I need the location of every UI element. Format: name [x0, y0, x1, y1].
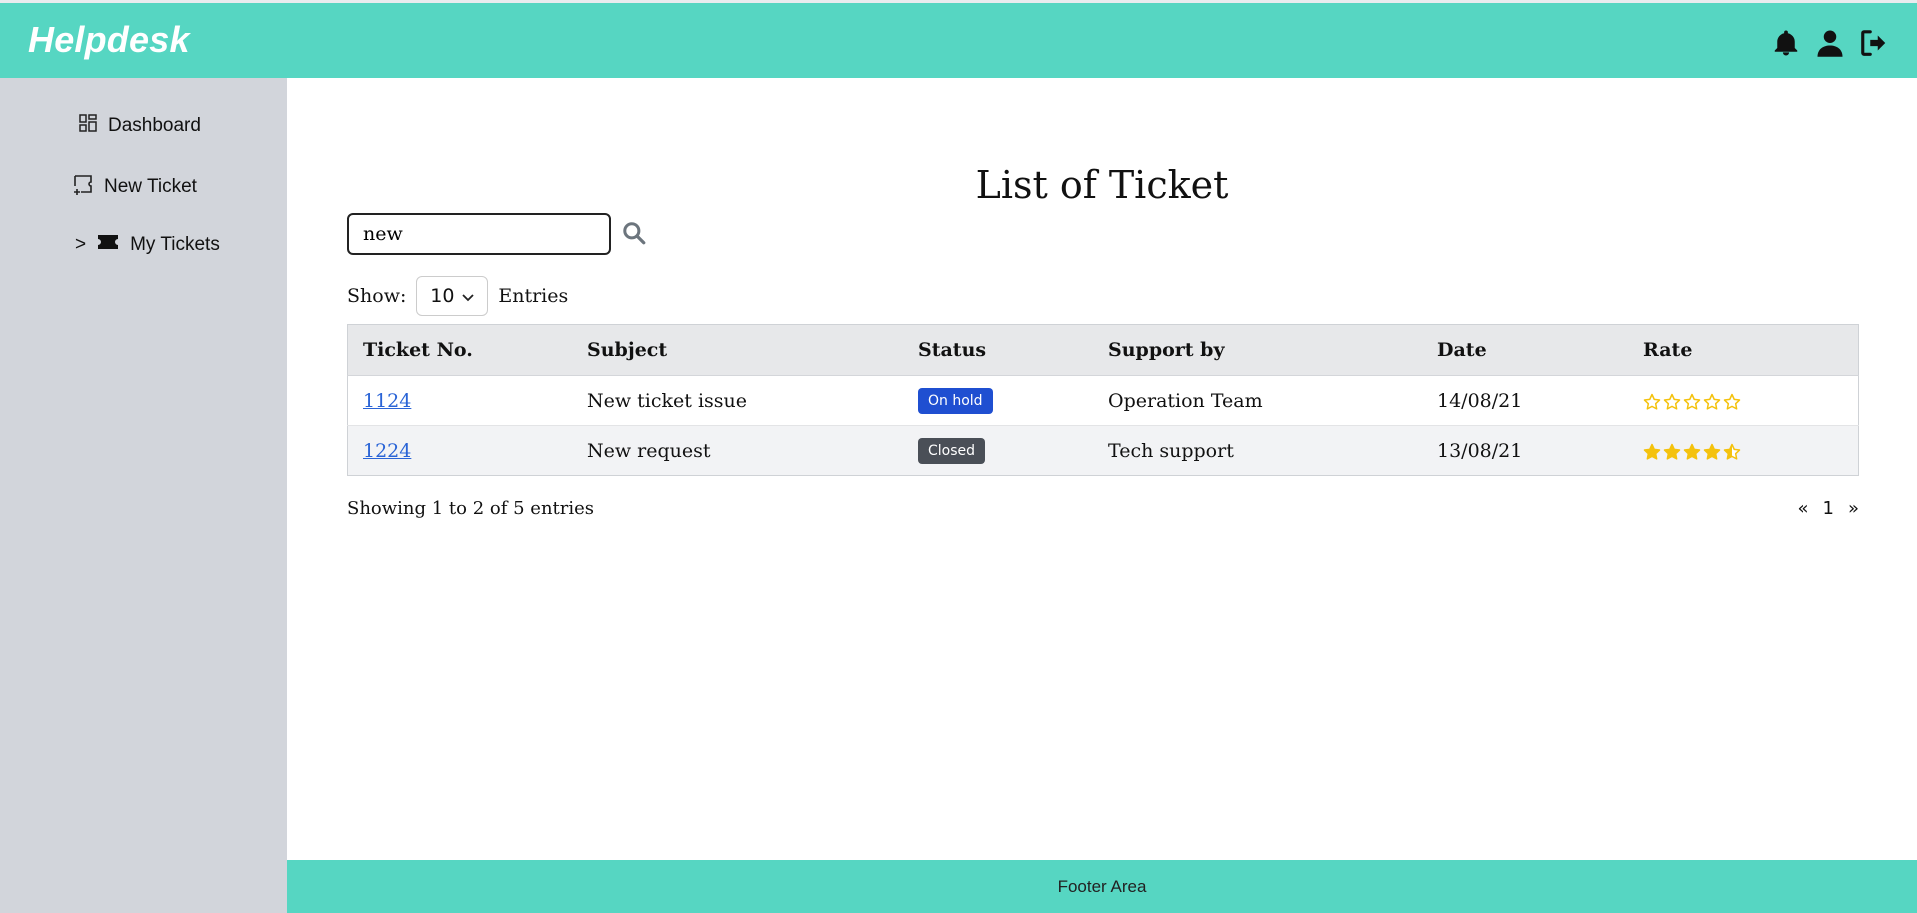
- new-ticket-icon: [72, 173, 94, 201]
- sidebar-item-label: My Tickets: [130, 234, 220, 255]
- ticket-link[interactable]: 1224: [363, 440, 411, 462]
- sidebar: Dashboard New Ticket > My Tickets: [0, 78, 287, 913]
- footer: Footer Area: [287, 860, 1917, 913]
- header-status[interactable]: Status: [903, 324, 1093, 376]
- header-subject[interactable]: Subject: [572, 324, 903, 376]
- page-title: List of Ticket: [975, 163, 1229, 208]
- sidebar-item-my-tickets[interactable]: > My Tickets: [75, 233, 220, 257]
- entries-control: Show: 10 Entries: [347, 276, 568, 316]
- ticket-no-cell: 1224: [347, 425, 572, 476]
- date-cell: 14/08/21: [1422, 375, 1628, 426]
- table-header-row: Ticket No. Subject Status Support by Dat…: [347, 324, 1859, 376]
- entries-select[interactable]: 10: [416, 276, 489, 316]
- ticket-no-cell: 1124: [347, 375, 572, 426]
- search-icon[interactable]: [621, 220, 647, 246]
- sidebar-item-label: New Ticket: [104, 176, 197, 197]
- entries-select-value: 10: [430, 285, 455, 307]
- chevron-down-icon: [462, 285, 475, 307]
- status-badge: Closed: [918, 437, 986, 464]
- status-cell: Closed: [903, 425, 1093, 476]
- star-icon[interactable]: [1643, 443, 1661, 461]
- support-cell: Tech support: [1093, 425, 1422, 476]
- header-support-by[interactable]: Support by: [1093, 324, 1422, 376]
- star-icon[interactable]: [1643, 393, 1661, 411]
- top-bar: Helpdesk: [0, 0, 1917, 78]
- bell-icon[interactable]: [1771, 27, 1801, 59]
- dashboard-icon: [78, 113, 98, 139]
- header-rate[interactable]: Rate: [1628, 324, 1859, 376]
- logout-icon[interactable]: [1859, 27, 1889, 59]
- star-icon[interactable]: [1703, 393, 1721, 411]
- pagination-prev[interactable]: «: [1798, 498, 1809, 519]
- rating-stars[interactable]: [1643, 443, 1741, 461]
- main-content: List of Ticket Show: 10 Entries Ticket N…: [287, 78, 1917, 860]
- star-icon[interactable]: [1723, 443, 1741, 461]
- show-label: Show:: [347, 285, 407, 307]
- star-icon[interactable]: [1663, 393, 1681, 411]
- subject-cell: New ticket issue: [572, 375, 903, 426]
- table-row: 1124 New ticket issue On hold Operation …: [347, 375, 1859, 426]
- rating-stars[interactable]: [1643, 393, 1741, 411]
- star-icon[interactable]: [1703, 443, 1721, 461]
- search-input[interactable]: [347, 213, 611, 255]
- pagination-page[interactable]: 1: [1823, 498, 1834, 519]
- chevron-right-icon: >: [75, 234, 87, 255]
- status-badge: On hold: [918, 387, 993, 414]
- pagination-next[interactable]: »: [1848, 498, 1859, 519]
- subject-cell: New request: [572, 425, 903, 476]
- star-icon[interactable]: [1683, 443, 1701, 461]
- sidebar-item-label: Dashboard: [108, 115, 201, 136]
- entries-label: Entries: [498, 285, 569, 307]
- tickets-table: Ticket No. Subject Status Support by Dat…: [347, 324, 1859, 476]
- star-icon[interactable]: [1683, 393, 1701, 411]
- top-icons: [1771, 27, 1889, 59]
- status-cell: On hold: [903, 375, 1093, 426]
- date-cell: 13/08/21: [1422, 425, 1628, 476]
- rate-cell: [1628, 375, 1859, 426]
- pagination: « 1 »: [1798, 498, 1859, 519]
- ticket-icon: [96, 233, 120, 257]
- header-date[interactable]: Date: [1422, 324, 1628, 376]
- star-icon[interactable]: [1723, 393, 1741, 411]
- table-row: 1224 New request Closed Tech support 13/…: [347, 425, 1859, 476]
- rate-cell: [1628, 425, 1859, 476]
- sidebar-item-new-ticket[interactable]: New Ticket: [72, 173, 197, 201]
- star-icon[interactable]: [1663, 443, 1681, 461]
- sidebar-item-dashboard[interactable]: Dashboard: [78, 113, 201, 139]
- table-info: Showing 1 to 2 of 5 entries: [347, 498, 595, 519]
- ticket-link[interactable]: 1124: [363, 390, 411, 412]
- brand-logo[interactable]: Helpdesk: [28, 19, 190, 61]
- support-cell: Operation Team: [1093, 375, 1422, 426]
- header-ticket-no[interactable]: Ticket No.: [347, 324, 572, 376]
- user-icon[interactable]: [1815, 27, 1845, 59]
